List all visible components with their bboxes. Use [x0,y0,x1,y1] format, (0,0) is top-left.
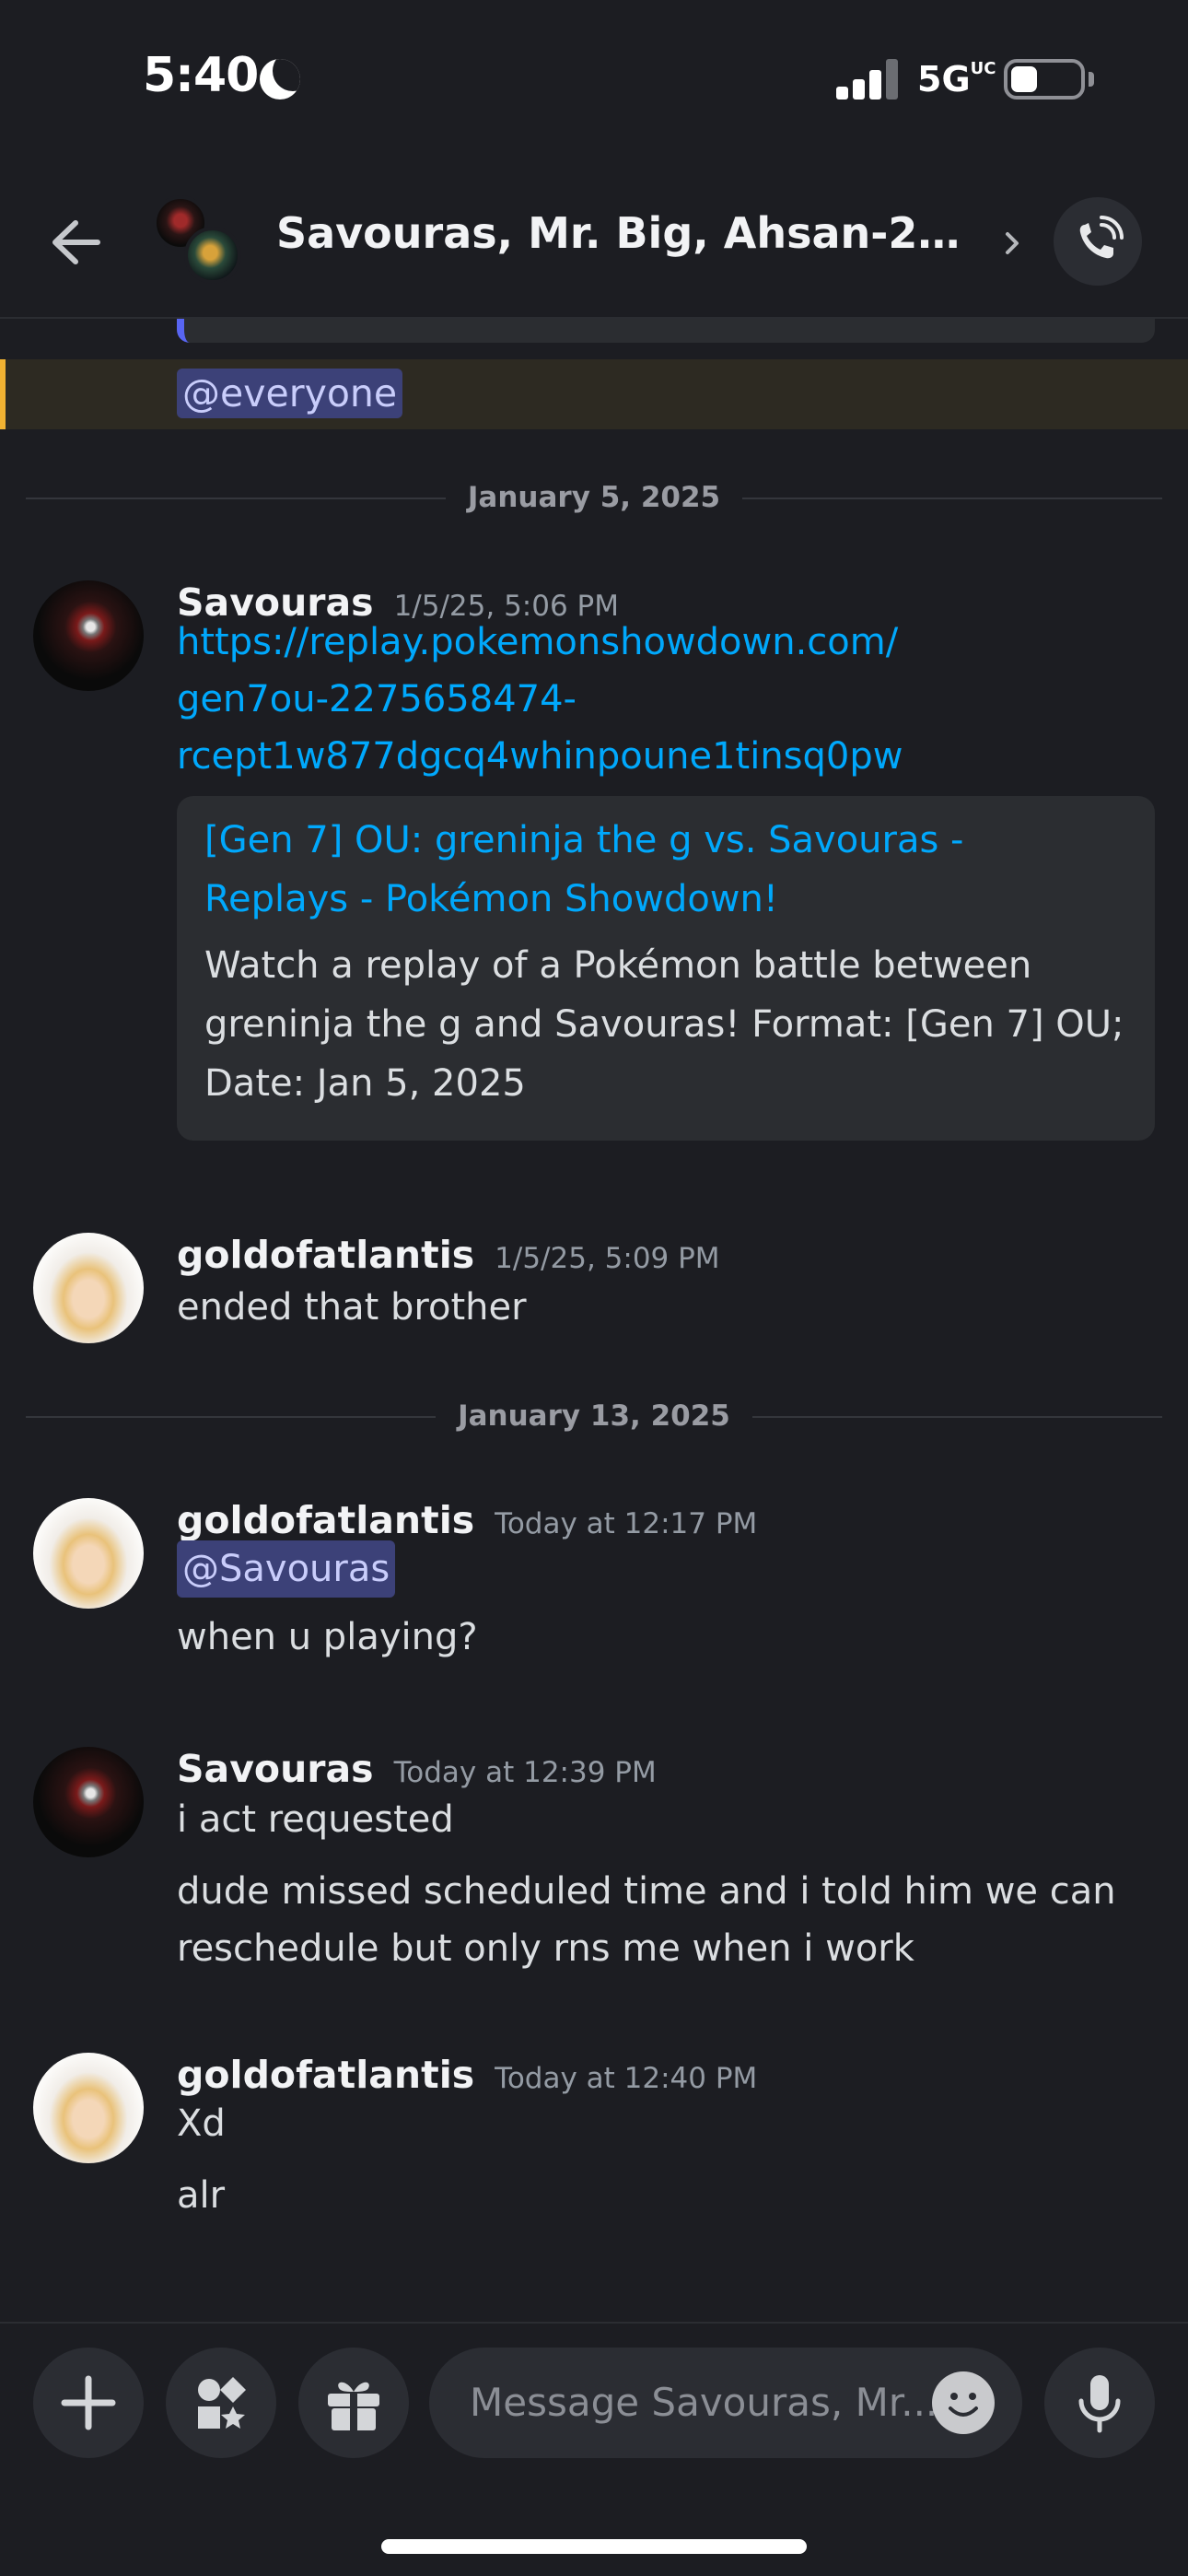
avatar[interactable] [33,580,144,691]
message-link[interactable]: rcept1w877dgcq4whinpoune1tinsq0pw [177,728,903,785]
chevron-right-icon[interactable] [1002,225,1024,262]
message-text: reschedule but only rns me when i work [177,1927,914,1970]
message-link[interactable]: https://replay.pokemonshowdown.com/ [177,614,898,671]
embed-description: Date: Jan 5, 2025 [204,1062,526,1105]
channel-title[interactable]: Savouras, Mr. Big, Ahsan-219,... [276,208,976,258]
avatar[interactable] [33,1233,144,1343]
member-avatar [184,227,241,284]
username[interactable]: goldofatlantis [177,1233,474,1277]
avatar[interactable] [33,1498,144,1609]
date-divider: January 5, 2025 [26,479,1162,516]
status-time: 5:40 [143,48,259,103]
embed-title[interactable]: Replays - Pokémon Showdown! [204,870,778,929]
emoji-icon[interactable] [932,2371,995,2434]
link-embed[interactable]: [Gen 7] OU: greninja the g vs. Savouras … [177,796,1155,1141]
username[interactable]: goldofatlantis [177,2053,474,2097]
plus-icon [61,2375,116,2430]
message[interactable]: goldofatlantis 1/5/25, 5:09 PM ended that… [0,1233,1188,1352]
message-text: ended that brother [177,1286,527,1329]
gift-button[interactable] [298,2348,409,2458]
timestamp: Today at 12:17 PM [495,1507,758,1540]
timestamp: Today at 12:39 PM [393,1756,657,1789]
message[interactable]: goldofatlantis Today at 12:17 PM @Savoura… [0,1498,1188,1682]
status-bar: 5:40 5GUC [0,0,1188,162]
back-button[interactable] [37,201,120,284]
network-label: 5GUC [917,59,996,100]
apps-icon [198,2377,246,2429]
message-text: alr [177,2174,226,2217]
avatar[interactable] [33,2053,144,2163]
message[interactable]: Savouras Today at 12:39 PM i act requeste… [0,1747,1188,1986]
embed-description: Watch a replay of a Pokémon battle betwe… [204,944,1032,987]
home-indicator[interactable] [381,2539,807,2554]
signal-icon [836,59,899,100]
group-avatar[interactable] [151,195,243,287]
date-divider-label: January 13, 2025 [436,1399,752,1433]
gift-icon [328,2382,379,2430]
message[interactable]: Savouras 1/5/25, 5:06 PM https://replay.p… [0,580,1188,1141]
date-divider-label: January 5, 2025 [445,481,743,514]
microphone-icon [1078,2375,1121,2433]
back-arrow-icon [52,220,100,264]
timestamp: Today at 12:40 PM [495,2062,758,2095]
message-text: Xd [177,2102,226,2145]
message-list[interactable]: @everyone January 5, 2025 Savouras 1/5/25… [0,319,1188,2322]
moon-icon [260,59,300,100]
username[interactable]: goldofatlantis [177,1498,474,1542]
embed-title[interactable]: [Gen 7] OU: greninja the g vs. Savouras … [204,811,963,870]
message-text: when u playing? [177,1616,478,1658]
message[interactable]: goldofatlantis Today at 12:40 PM Xd alr [0,2053,1188,2274]
embed-description: greninja the g and Savouras! Format: [Ge… [204,1003,1124,1046]
channel-header: Savouras, Mr. Big, Ahsan-219,... [0,162,1188,319]
call-button[interactable] [1054,197,1142,286]
message-input-placeholder: Message Savouras, Mr... [470,2380,938,2425]
apps-button[interactable] [166,2348,276,2458]
highlighted-mention-row: @everyone [0,359,1188,429]
phone-call-icon [1079,216,1124,259]
battery-tip [1089,72,1094,87]
date-divider: January 13, 2025 [26,1398,1162,1434]
timestamp: 1/5/25, 5:09 PM [495,1242,720,1275]
everyone-mention[interactable]: @everyone [177,369,403,418]
avatar[interactable] [33,1747,144,1857]
user-mention[interactable]: @Savouras [177,1540,396,1598]
add-attachment-button[interactable] [33,2348,144,2458]
message-text: dude missed scheduled time and i told hi… [177,1870,1116,1913]
voice-message-button[interactable] [1044,2348,1155,2458]
username[interactable]: Savouras [177,1747,374,1791]
previous-embed [177,319,1155,343]
message-composer: Message Savouras, Mr... [0,2322,1188,2469]
message-link[interactable]: gen7ou-2275658474- [177,671,577,728]
battery-icon [1004,59,1085,100]
message-text: i act requested [177,1798,454,1841]
